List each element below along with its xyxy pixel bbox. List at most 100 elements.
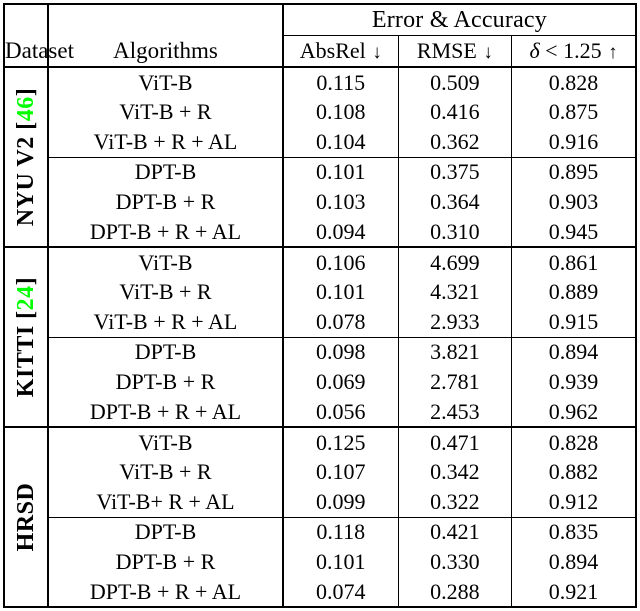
- arrow-down-icon: ↓: [483, 41, 493, 63]
- table-row: DPT-B + R + AL 0.094 0.310 0.945: [4, 217, 636, 248]
- header-row-top: Error & Accuracy: [4, 4, 636, 36]
- table-row: DPT-B + R 0.069 2.781 0.939: [4, 367, 636, 397]
- metric-value-rmse: 4.321: [398, 277, 513, 307]
- delta-threshold-text: < 1.25: [539, 37, 602, 63]
- algorithm-name-cell: ViT-B + R: [48, 97, 284, 127]
- table-row: DPT-B + R + AL 0.074 0.288 0.921: [4, 577, 636, 607]
- citation-number[interactable]: 46: [13, 96, 39, 121]
- metric-value-absrel: 0.101: [282, 157, 399, 187]
- table-row: HRSD ViT-B 0.125 0.471 0.828: [4, 427, 636, 608]
- metric-value-rmse: 0.310: [398, 217, 513, 248]
- metric-value-absrel: 0.118: [282, 517, 399, 547]
- metric-value-delta: 0.895: [511, 157, 636, 187]
- dataset-name-rotated: KITTI [24]: [13, 276, 40, 398]
- metric-value-rmse: 2.933: [398, 307, 513, 338]
- algorithm-name-cell: ViT-B + R + AL: [48, 127, 284, 158]
- table-row: DPT-B + R + AL 0.056 2.453 0.962: [4, 397, 636, 428]
- header-dataset-spacer: [4, 4, 50, 35]
- dataset-name-rotated: HRSD: [13, 482, 40, 552]
- dataset-name: NYU V2: [13, 136, 40, 227]
- dataset-name: KITTI: [13, 325, 40, 398]
- algorithm-name-cell: DPT-B + R: [48, 187, 284, 217]
- metric-value-rmse: 0.421: [398, 517, 513, 547]
- metric-value-delta: 0.894: [511, 547, 636, 577]
- metric-value-absrel: 0.108: [282, 97, 399, 127]
- dataset-label-cell: HRSD: [4, 427, 50, 608]
- metric-value-absrel: 0.069: [282, 367, 399, 397]
- table-row: ViT-B + R + AL 0.104 0.362 0.916: [4, 127, 636, 158]
- metric-value-absrel: 0.101: [282, 547, 399, 577]
- metric-value-absrel: 0.094: [282, 217, 399, 248]
- algorithm-name-cell: DPT-B: [48, 337, 284, 367]
- metric-value-rmse: 0.342: [398, 457, 513, 487]
- algorithm-name-cell: ViT-B + R: [48, 457, 284, 487]
- header-algorithms-spacer: [48, 4, 284, 35]
- algorithm-name-cell: ViT-B+ R + AL: [48, 487, 284, 518]
- header-row-columns: Dataset Algorithms AbsRel ↓ RMSE ↓ δ < 1.25 …: [4, 35, 636, 68]
- dataset-label-cell: KITTI [24]: [4, 247, 50, 428]
- metric-value-delta: 0.939: [511, 367, 636, 397]
- metric-value-rmse: 0.416: [398, 97, 513, 127]
- metric-value-absrel: 0.078: [282, 307, 399, 338]
- metric-value-delta: 0.882: [511, 457, 636, 487]
- metric-value-rmse: 0.288: [398, 577, 513, 607]
- table-row: ViT-B + R + AL 0.078 2.933 0.915: [4, 307, 636, 338]
- metric-value-absrel: 0.104: [282, 127, 399, 158]
- metric-value-absrel: 0.115: [282, 67, 399, 97]
- metric-value-absrel: 0.125: [282, 427, 399, 457]
- algorithm-name-cell: ViT-B: [48, 67, 284, 97]
- metric-value-absrel: 0.101: [282, 277, 399, 307]
- metric-value-delta: 0.912: [511, 487, 636, 518]
- algorithm-name-cell: ViT-B + R + AL: [48, 307, 284, 338]
- metric-value-rmse: 0.362: [398, 127, 513, 158]
- table-row: DPT-B + R 0.103 0.364 0.903: [4, 187, 636, 217]
- algorithm-name-cell: DPT-B + R: [48, 547, 284, 577]
- metric-value-delta: 0.861: [511, 247, 636, 277]
- metric-label: RMSE: [416, 37, 477, 63]
- metric-value-absrel: 0.074: [282, 577, 399, 607]
- table-row: KITTI [24] ViT-B 0.106 4.699 0.861: [4, 247, 636, 428]
- metric-value-rmse: 0.509: [398, 67, 513, 97]
- dataset-label-cell: NYU V2 [46]: [4, 67, 50, 248]
- metric-value-rmse: 2.453: [398, 397, 513, 428]
- table-row: DPT-B 0.101 0.375 0.895: [4, 157, 636, 187]
- metric-value-rmse: 0.322: [398, 487, 513, 518]
- metric-value-absrel: 0.107: [282, 457, 399, 487]
- header-error-accuracy: Error & Accuracy: [282, 4, 636, 36]
- metric-value-absrel: 0.098: [282, 337, 399, 367]
- table-row: DPT-B + R 0.101 0.330 0.894: [4, 547, 636, 577]
- metric-value-delta: 0.894: [511, 337, 636, 367]
- metric-value-rmse: 0.364: [398, 187, 513, 217]
- metric-value-delta: 0.915: [511, 307, 636, 338]
- metric-value-delta: 0.889: [511, 277, 636, 307]
- citation-bracket-open: [: [13, 310, 40, 319]
- metric-value-rmse: 0.330: [398, 547, 513, 577]
- citation-bracket-open: [: [13, 121, 40, 130]
- results-table-container: Error & Accuracy Dataset Algorithms AbsRel …: [3, 3, 637, 608]
- algorithm-name-cell: DPT-B + R + AL: [48, 397, 284, 428]
- metric-value-rmse: 2.781: [398, 367, 513, 397]
- metric-value-delta: 0.828: [511, 67, 636, 97]
- citation-number[interactable]: 24: [13, 285, 39, 310]
- metric-value-rmse: 0.375: [398, 157, 513, 187]
- algorithm-name-cell: ViT-B: [48, 427, 284, 457]
- metric-value-delta: 0.835: [511, 517, 636, 547]
- table-row: DPT-B 0.118 0.421 0.835: [4, 517, 636, 547]
- metric-value-rmse: 0.471: [398, 427, 513, 457]
- arrow-up-icon: ↑: [608, 41, 618, 63]
- algorithm-name-cell: DPT-B + R + AL: [48, 217, 284, 248]
- results-table: Error & Accuracy Dataset Algorithms AbsRel …: [3, 3, 637, 608]
- table-row: NYU V2 [46] ViT-B 0.115 0.509 0.828: [4, 67, 636, 248]
- algorithm-name-cell: DPT-B: [48, 157, 284, 187]
- metric-label: AbsRel: [299, 37, 366, 63]
- metric-value-absrel: 0.056: [282, 397, 399, 428]
- delta-symbol: δ: [529, 37, 540, 63]
- citation-bracket-close: ]: [13, 276, 40, 286]
- algorithm-name-cell: ViT-B + R: [48, 277, 284, 307]
- metric-value-delta: 0.828: [511, 427, 636, 457]
- header-metric-absrel: AbsRel ↓: [282, 35, 399, 68]
- metric-value-absrel: 0.099: [282, 487, 399, 518]
- dataset-name: HRSD: [13, 482, 40, 552]
- header-algorithms: Algorithms: [48, 35, 284, 68]
- header-metric-delta: δ < 1.25 ↑: [511, 35, 636, 68]
